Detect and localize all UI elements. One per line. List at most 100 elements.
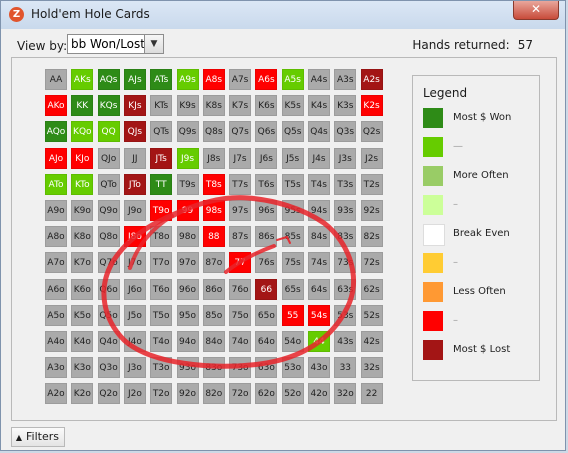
hand-cell[interactable]: 98s [202,200,225,221]
hand-cell[interactable]: 64o [255,331,278,352]
hand-cell[interactable]: T9s [176,173,199,195]
hand-cell[interactable]: K7s [229,95,252,117]
hand-cell[interactable]: K8o [71,226,94,248]
hand-cell[interactable]: A3o [45,357,67,379]
hand-cell[interactable]: 95o [176,304,199,326]
hand-cell[interactable]: 92s [360,200,383,221]
hand-cell[interactable]: J8o [123,226,146,248]
hand-cell[interactable]: T6o [150,278,173,300]
hand-cell[interactable]: 53o [281,357,304,379]
hand-cell[interactable]: Q8s [202,121,225,143]
hand-cell[interactable]: AKo [45,95,67,117]
hand-cell[interactable]: 94s [308,200,330,221]
hand-cell[interactable]: K2s [360,95,383,117]
hand-cell[interactable]: J9s [176,147,199,169]
hand-cell[interactable]: 87s [229,226,252,248]
hand-cell[interactable]: 74s [308,252,330,274]
hand-cell[interactable]: 52s [360,304,383,326]
title-bar[interactable]: Z Hold'em Hole Cards ✕ [1,1,565,29]
hand-cell[interactable]: KJs [123,95,146,117]
hand-cell[interactable]: 76o [229,278,252,300]
hand-cell[interactable]: 84s [308,226,330,248]
hand-cell[interactable]: 85s [281,226,304,248]
hand-cell[interactable]: T3s [334,173,357,195]
hand-cell[interactable]: K3s [334,95,357,117]
hand-cell[interactable]: 85o [202,304,225,326]
hand-cell[interactable]: 75s [281,252,304,274]
hand-cell[interactable]: A8s [202,69,225,90]
hand-cell[interactable]: 76s [255,252,278,274]
hand-cell[interactable]: J3s [334,147,357,169]
hand-cell[interactable]: AQs [97,69,120,90]
hand-cell[interactable]: 33 [334,357,357,379]
hand-cell[interactable]: AKs [71,69,94,90]
hand-cell[interactable]: 65s [281,278,304,300]
hand-cell[interactable]: K3o [71,357,94,379]
hand-cell[interactable]: K9s [176,95,199,117]
hand-cell[interactable]: 82o [202,383,225,405]
hand-cell[interactable]: T9o [150,200,173,221]
hand-cell[interactable]: JTo [123,173,146,195]
hand-cell[interactable]: QJo [97,147,120,169]
hand-cell[interactable]: Q9o [97,200,120,221]
hand-cell[interactable]: A6o [45,278,67,300]
hand-cell[interactable]: J4o [123,331,146,352]
hand-cell[interactable]: 42o [308,383,330,405]
hand-cell[interactable]: 93o [176,357,199,379]
hand-cell[interactable]: K4s [308,95,330,117]
hand-cell[interactable]: J6o [123,278,146,300]
hand-cell[interactable]: Q9s [176,121,199,143]
hand-cell[interactable]: Q4o [97,331,120,352]
chevron-down-icon[interactable]: ▼ [144,35,163,53]
hand-cell[interactable]: Q8o [97,226,120,248]
hand-cell[interactable]: Q3o [97,357,120,379]
hand-cell[interactable]: QJs [123,121,146,143]
hand-cell[interactable]: 54s [308,304,330,326]
hand-cell[interactable]: T8o [150,226,173,248]
hand-cell[interactable]: 22 [360,383,383,405]
hand-cell[interactable]: T4o [150,331,173,352]
hand-cell[interactable]: 72o [229,383,252,405]
hand-cell[interactable]: 65o [255,304,278,326]
hand-cell[interactable]: Q7o [97,252,120,274]
hand-cell[interactable]: A8o [45,226,67,248]
hand-cell[interactable]: 94o [176,331,199,352]
filters-toggle[interactable]: ▲ Filters [11,427,65,447]
hand-cell[interactable]: Q6s [255,121,278,143]
hand-cell[interactable]: 32o [334,383,357,405]
hand-cell[interactable]: 86o [202,278,225,300]
hand-cell[interactable]: AJs [123,69,146,90]
hand-cell[interactable]: AA [45,69,67,90]
hand-cell[interactable]: QTs [150,121,173,143]
hand-cell[interactable]: J9o [123,200,146,221]
hand-cell[interactable]: 43o [308,357,330,379]
hand-cell[interactable]: K5o [71,304,94,326]
hand-cell[interactable]: Q4s [308,121,330,143]
hand-cell[interactable]: 32s [360,357,383,379]
hand-cell[interactable]: 63o [255,357,278,379]
hand-cell[interactable]: 96o [176,278,199,300]
hand-cell[interactable]: J7o [123,252,146,274]
hand-cell[interactable]: Q7s [229,121,252,143]
hand-cell[interactable]: 62s [360,278,383,300]
hand-cell[interactable]: J3o [123,357,146,379]
hand-cell[interactable]: ATo [45,173,67,195]
hand-cell[interactable]: 86s [255,226,278,248]
hand-cell[interactable]: Q2s [360,121,383,143]
hand-cell[interactable]: J2o [123,383,146,405]
hand-cell[interactable]: A3s [334,69,357,90]
hand-cell[interactable]: A7o [45,252,67,274]
hand-cell[interactable]: K7o [71,252,94,274]
hand-cell[interactable]: KQs [97,95,120,117]
hand-cell[interactable]: K8s [202,95,225,117]
hand-cell[interactable]: 73o [229,357,252,379]
hand-cell[interactable]: J7s [229,147,252,169]
hand-cell[interactable]: T4s [308,173,330,195]
hand-cell[interactable]: 43s [334,331,357,352]
hand-cell[interactable]: JTs [150,147,173,169]
hand-cell[interactable]: KK [71,95,94,117]
hand-cell[interactable]: 44 [308,331,330,352]
hand-cell[interactable]: 66 [255,278,278,300]
hand-cell[interactable]: 99 [176,200,199,221]
hand-cell[interactable]: 73s [334,252,357,274]
